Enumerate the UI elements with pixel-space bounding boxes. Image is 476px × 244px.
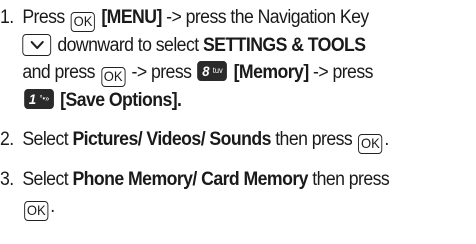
step-number: 3. (0, 169, 14, 190)
key-letters: tuv (212, 66, 223, 75)
menu-key-label: [MENU] (101, 7, 162, 28)
navigation-key-down-icon (22, 34, 52, 56)
key-digit: 1 (28, 91, 37, 107)
save-options-label: [Save Options]. (60, 90, 182, 111)
chevron-down-icon (30, 41, 44, 50)
memory-types-label: Phone Memory/ Card Memory (72, 169, 308, 190)
step-text: downward to select (57, 35, 199, 56)
step-2: 2. Select Pictures/ Videos/ Sounds then … (0, 126, 476, 154)
step-text: then press (312, 169, 390, 190)
step-text: then press (275, 129, 353, 150)
step-text: Press (22, 7, 65, 28)
ok-key-icon: OK (24, 201, 49, 221)
step-1: 1. Press OK [MENU] -> press the Navigati… (0, 4, 476, 114)
media-types-label: Pictures/ Videos/ Sounds (72, 129, 271, 150)
memory-label: [Memory] (233, 62, 310, 83)
step-text: -> press (313, 62, 373, 83)
step-text: . (50, 196, 55, 217)
step-3: 3. Select Phone Memory/ Card Memory then… (0, 166, 476, 221)
step-text: Select (22, 129, 69, 150)
instruction-document: 1. Press OK [MENU] -> press the Navigati… (0, 0, 476, 244)
key-digit: 8 (202, 63, 210, 79)
step-text: . (384, 129, 389, 150)
step-text: Select (22, 169, 69, 190)
key-symbol: °•» (39, 94, 50, 103)
step-text: and press (22, 62, 95, 83)
one-key-icon: 1 °•» (24, 89, 54, 109)
ok-key-icon: OK (101, 67, 126, 87)
step-text: -> press the Navigation Key (166, 7, 369, 28)
step-number: 2. (0, 129, 14, 150)
step-number: 1. (0, 7, 14, 28)
settings-tools-label: SETTINGS & TOOLS (202, 35, 366, 56)
ok-key-icon: OK (70, 12, 96, 32)
ok-key-icon: OK (358, 134, 383, 154)
step-text: -> press (131, 62, 192, 83)
eight-key-icon: 8 tuv (197, 61, 228, 81)
steps-list: 1. Press OK [MENU] -> press the Navigati… (0, 4, 476, 221)
